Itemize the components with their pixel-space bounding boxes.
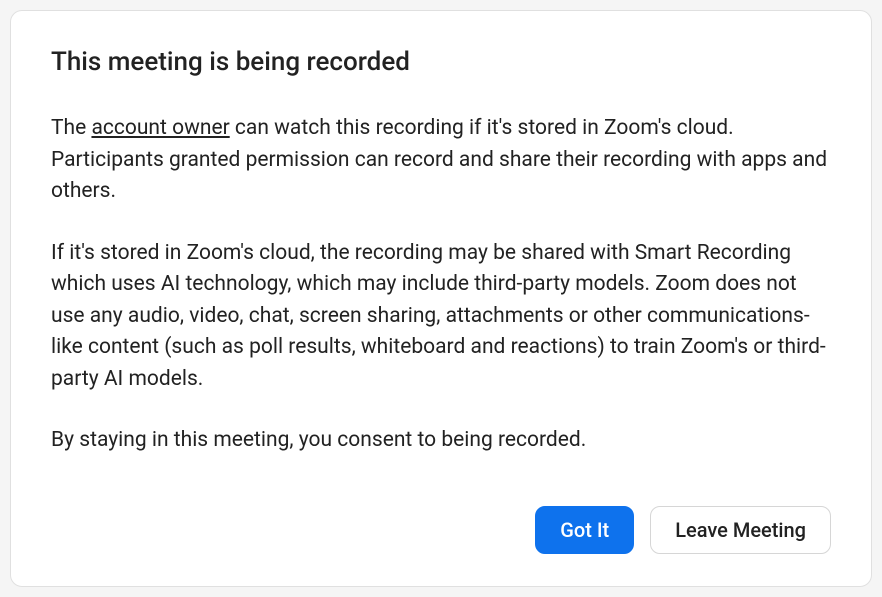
- dialog-actions: Got It Leave Meeting: [51, 506, 831, 554]
- dialog-paragraph-2: If it's stored in Zoom's cloud, the reco…: [51, 238, 831, 396]
- paragraph-1-pre: The: [51, 116, 91, 140]
- got-it-button[interactable]: Got It: [535, 506, 634, 554]
- leave-meeting-button[interactable]: Leave Meeting: [650, 506, 831, 554]
- account-owner-link[interactable]: account owner: [91, 116, 229, 140]
- dialog-paragraph-3: By staying in this meeting, you consent …: [51, 425, 831, 457]
- recording-consent-dialog: This meeting is being recorded The accou…: [10, 10, 872, 587]
- dialog-title: This meeting is being recorded: [51, 47, 831, 77]
- dialog-paragraph-1: The account owner can watch this recordi…: [51, 113, 831, 208]
- dialog-body: The account owner can watch this recordi…: [51, 113, 831, 486]
